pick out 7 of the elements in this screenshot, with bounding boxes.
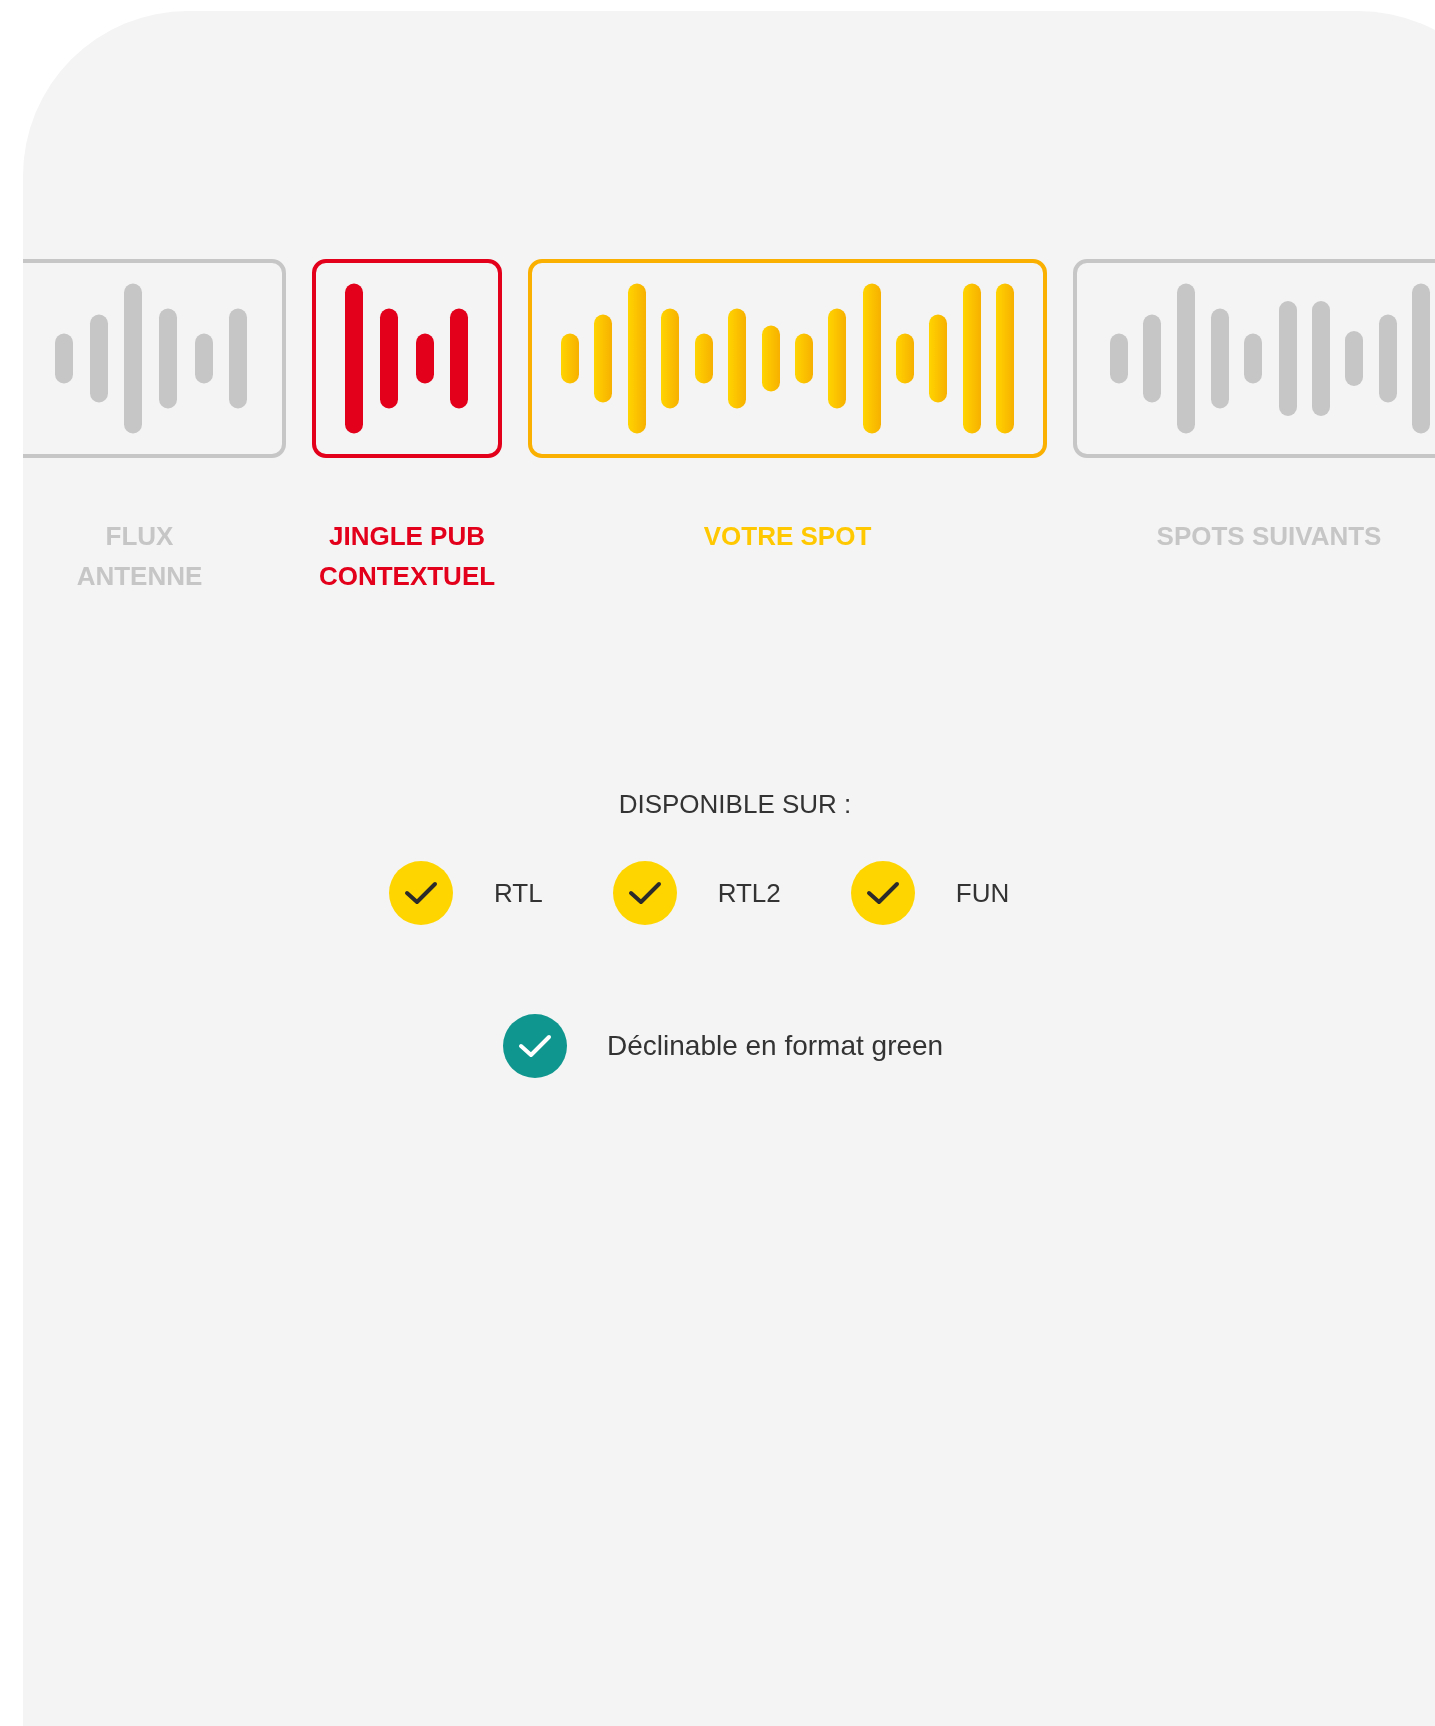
segment-label: VOTRE SPOT	[703, 520, 872, 553]
availability-title: DISPONIBLE SUR :	[618, 788, 852, 820]
station-label: RTL	[494, 876, 543, 910]
station-label: FUN	[955, 876, 1010, 910]
segment-label: JINGLE PUB CONTEXTUEL	[318, 520, 496, 593]
station-label: RTL2	[717, 876, 781, 910]
format-option-label: Déclinable en format green	[607, 1029, 944, 1063]
